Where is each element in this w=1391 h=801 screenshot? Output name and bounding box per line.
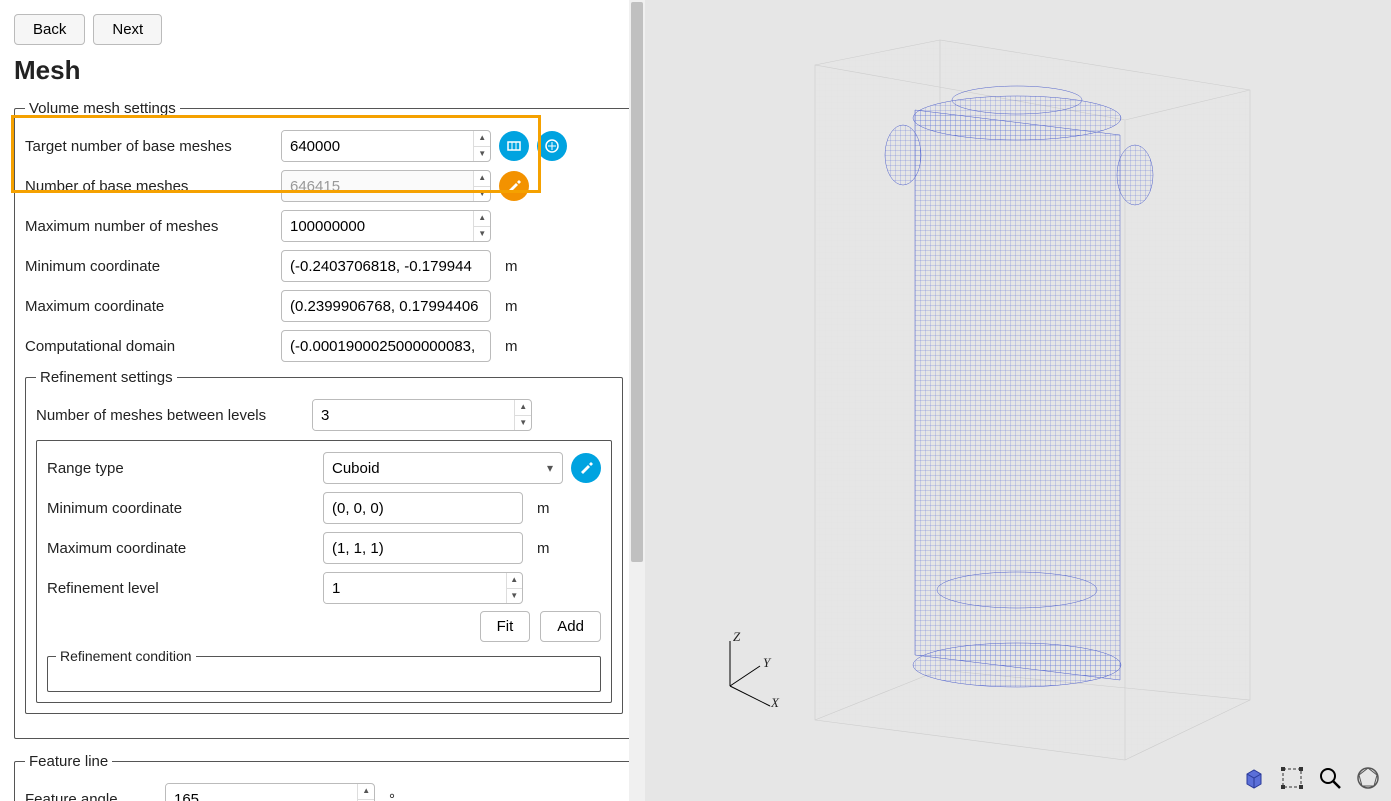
feature-angle-spin-buttons[interactable]: ▲▼ xyxy=(357,784,374,801)
feature-angle-spinner[interactable]: ▲▼ xyxy=(165,783,375,801)
nav-buttons: Back Next xyxy=(14,14,631,45)
range-brush-icon[interactable] xyxy=(571,453,601,483)
refine-level-label: Refinement level xyxy=(47,580,315,597)
domain-unit: m xyxy=(505,338,518,355)
box-select-icon[interactable] xyxy=(1279,765,1305,791)
refine-level-input[interactable] xyxy=(324,573,506,603)
volume-legend: Volume mesh settings xyxy=(25,100,180,117)
page-title: Mesh xyxy=(14,55,631,86)
num-between-spinner[interactable]: ▲▼ xyxy=(312,399,532,431)
min-coord-label: Minimum coordinate xyxy=(25,258,273,275)
refinement-condition-fieldset: Refinement condition xyxy=(47,648,601,692)
view-cube-icon[interactable] xyxy=(1241,765,1267,791)
num-between-spin-buttons[interactable]: ▲▼ xyxy=(514,400,531,430)
wireframe-icon[interactable] xyxy=(1355,765,1381,791)
feature-line-legend: Feature line xyxy=(25,753,112,770)
feature-angle-input[interactable] xyxy=(166,784,357,801)
brush-icon[interactable] xyxy=(499,171,529,201)
axis-x-label: X xyxy=(771,695,779,711)
refine-level-spinner[interactable]: ▲▼ xyxy=(323,572,523,604)
max-coord-input[interactable] xyxy=(281,290,491,322)
zoom-icon[interactable] xyxy=(1317,765,1343,791)
refine-level-spin-buttons[interactable]: ▲▼ xyxy=(506,573,522,603)
left-scrollbar-thumb[interactable] xyxy=(631,2,643,562)
refine-max-coord-input[interactable] xyxy=(323,532,523,564)
optimize-icon[interactable] xyxy=(499,131,529,161)
fit-button[interactable]: Fit xyxy=(480,611,531,642)
refinement-fieldset: Refinement settings Number of meshes bet… xyxy=(25,369,623,714)
range-type-label: Range type xyxy=(47,460,315,477)
add-button[interactable]: Add xyxy=(540,611,601,642)
max-meshes-spinner[interactable]: ▲▼ xyxy=(281,210,491,242)
target-spin-buttons[interactable]: ▲▼ xyxy=(473,131,490,161)
viewport-panel: Z Y X xyxy=(645,0,1391,801)
refinement-legend: Refinement settings xyxy=(36,369,177,386)
num-base-spinner: ▲▼ xyxy=(281,170,491,202)
grid-icon[interactable] xyxy=(537,131,567,161)
domain-input[interactable] xyxy=(281,330,491,362)
target-base-label: Target number of base meshes xyxy=(25,138,273,155)
num-between-label: Number of meshes between levels xyxy=(36,407,304,424)
max-meshes-label: Maximum number of meshes xyxy=(25,218,273,235)
refine-min-coord-unit: m xyxy=(537,500,550,517)
target-base-spinner[interactable]: ▲▼ xyxy=(281,130,491,162)
max-coord-unit: m xyxy=(505,298,518,315)
feature-angle-unit: ° xyxy=(389,791,395,801)
viewport-toolbar xyxy=(1241,765,1381,791)
feature-line-fieldset: Feature line Feature angle ▲▼ ° xyxy=(14,753,631,801)
refinement-condition-legend: Refinement condition xyxy=(56,648,196,664)
axis-z-label: Z xyxy=(733,629,740,645)
refine-min-coord-label: Minimum coordinate xyxy=(47,500,315,517)
refine-max-coord-unit: m xyxy=(537,540,550,557)
max-meshes-spin-buttons[interactable]: ▲▼ xyxy=(473,211,490,241)
max-meshes-input[interactable] xyxy=(282,211,473,241)
min-coord-input[interactable] xyxy=(281,250,491,282)
feature-angle-label: Feature angle xyxy=(25,791,157,801)
domain-label: Computational domain xyxy=(25,338,273,355)
volume-mesh-fieldset: Volume mesh settings Target number of ba… xyxy=(14,100,634,739)
range-type-select[interactable]: Cuboid xyxy=(323,452,563,484)
refinement-range-group: Range type Cuboid Minimum coordinate m xyxy=(36,440,612,703)
refine-min-coord-input[interactable] xyxy=(323,492,523,524)
back-button[interactable]: Back xyxy=(14,14,85,45)
next-button[interactable]: Next xyxy=(93,14,162,45)
axis-y-label: Y xyxy=(763,655,770,671)
max-coord-label: Maximum coordinate xyxy=(25,298,273,315)
min-coord-unit: m xyxy=(505,258,518,275)
num-base-label: Number of base meshes xyxy=(25,178,273,195)
left-panel: Back Next Mesh Volume mesh settings Targ… xyxy=(0,0,645,801)
target-base-input[interactable] xyxy=(282,131,473,161)
num-between-input[interactable] xyxy=(313,400,514,430)
axis-triad: Z Y X xyxy=(705,631,785,711)
refine-max-coord-label: Maximum coordinate xyxy=(47,540,315,557)
num-base-spin-buttons: ▲▼ xyxy=(473,171,490,201)
num-base-input xyxy=(282,171,473,201)
left-scrollbar[interactable] xyxy=(629,0,645,801)
